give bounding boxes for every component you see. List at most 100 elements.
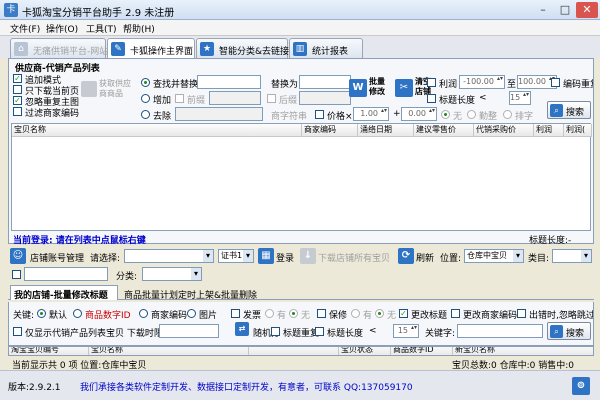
broom-icon: ✂: [395, 79, 413, 97]
prefix-label: 前缀: [187, 96, 206, 106]
col-profit[interactable]: 利润: [534, 124, 564, 137]
title-repeat-checkbox[interactable]: [271, 327, 280, 336]
title-length-input[interactable]: 15: [509, 91, 531, 105]
store-search-button[interactable]: ⌕ 搜索: [547, 322, 591, 340]
menu-help[interactable]: 帮助(H): [123, 22, 155, 35]
class-select[interactable]: [142, 267, 202, 281]
add-radio[interactable]: [141, 94, 150, 103]
supplier-search-button[interactable]: ⌕ 搜索: [547, 101, 591, 119]
find-input[interactable]: [197, 75, 261, 89]
ignore-dup-image-checkbox[interactable]: ✓: [13, 96, 22, 105]
menu-bar: 文件(F) 操作(O) 工具(T) 帮助(H): [0, 20, 600, 36]
change-title-checkbox[interactable]: ✓: [399, 309, 408, 318]
contact-link[interactable]: 我们承接各类软件定制开发、数据接口定制开发，有意者，可联系 QQ:1370591…: [80, 380, 413, 393]
col-profit-rate[interactable]: 利润(: [564, 124, 592, 137]
invoice-no-radio[interactable]: [289, 309, 298, 318]
skip-error-checkbox[interactable]: [517, 309, 526, 318]
subtab-schedule[interactable]: 商品批量计划定时上架&批量删除: [122, 286, 259, 303]
tab-main-interface[interactable]: ✎ 卡狐操作主界面: [107, 38, 195, 59]
radio-default[interactable]: [37, 309, 46, 318]
maximize-button[interactable]: □: [554, 2, 576, 18]
col-taobao-id[interactable]: 淘宝宝贝编号: [9, 347, 89, 355]
class-input[interactable]: [24, 267, 108, 281]
col-blank[interactable]: [249, 347, 339, 355]
radio-merchant-code[interactable]: [139, 309, 148, 318]
keyword-search-input[interactable]: [457, 324, 543, 338]
col-date[interactable]: 涌络日期: [358, 124, 414, 137]
opt-none-radio[interactable]: [441, 110, 450, 119]
title-length-checkbox[interactable]: [427, 94, 436, 103]
menu-operation[interactable]: 操作(O): [46, 22, 78, 35]
login-button[interactable]: 登录: [276, 251, 294, 264]
menu-file[interactable]: 文件(F): [10, 22, 40, 35]
warranty-label: 保修: [329, 311, 348, 321]
suffix-input[interactable]: [299, 91, 351, 105]
category-select[interactable]: [552, 249, 592, 263]
radio-image[interactable]: [187, 309, 196, 318]
profit-min-input[interactable]: -100.00: [459, 75, 505, 89]
price-checkbox[interactable]: [315, 110, 324, 119]
tab-platform-website[interactable]: ⌂ 无痛供销平台-网站: [10, 38, 108, 58]
filter-code-checkbox[interactable]: [13, 107, 22, 116]
limit-input[interactable]: [159, 324, 219, 338]
rss-icon[interactable]: ⊚: [572, 377, 590, 395]
append-mode-checkbox[interactable]: ✓: [13, 74, 22, 83]
code-dup-checkbox[interactable]: [551, 78, 560, 87]
invoice-checkbox[interactable]: [231, 309, 240, 318]
price-multiplier-input[interactable]: 1.00: [353, 107, 389, 121]
prefix-input[interactable]: [209, 91, 261, 105]
radio-image-label: 图片: [199, 311, 218, 321]
prefix-checkbox[interactable]: [175, 94, 184, 103]
search-icon: ⌕: [550, 325, 563, 338]
title-len-checkbox[interactable]: [315, 327, 324, 336]
warranty-have-radio[interactable]: [351, 309, 360, 318]
col-product-name[interactable]: 宝贝名称: [12, 124, 302, 137]
refresh-button[interactable]: 刷新: [416, 251, 434, 264]
warranty-checkbox[interactable]: [317, 309, 326, 318]
cert-select[interactable]: 证书1: [218, 249, 254, 263]
store-title-length-input[interactable]: 15: [393, 324, 419, 338]
get-supplier-products-button[interactable]: 获取供应商商品: [81, 77, 133, 107]
opt-sort-radio[interactable]: [503, 110, 512, 119]
close-button[interactable]: ✕: [576, 2, 598, 18]
minimize-button[interactable]: –: [532, 2, 554, 18]
opt-up-radio[interactable]: [467, 110, 476, 119]
col-merchant-code[interactable]: 商家编码: [302, 124, 358, 137]
suffix-checkbox[interactable]: [267, 94, 276, 103]
profit-label: 利润: [439, 80, 458, 90]
col-numeric-id[interactable]: 商品数字ID: [391, 347, 453, 355]
supplier-product-table[interactable]: 宝贝名称 商家编码 涌络日期 建议零售价 代销采购价 利润 利润(: [11, 123, 592, 231]
profit-checkbox[interactable]: [427, 78, 436, 87]
delete-input[interactable]: [175, 107, 263, 121]
download-all-button[interactable]: 下载店铺所有宝贝: [318, 251, 390, 264]
change-code-checkbox[interactable]: [451, 309, 460, 318]
window-title: 卡狐淘宝分销平台助手 2.9 未注册: [22, 8, 175, 19]
store-select[interactable]: [124, 249, 214, 263]
subtab-batch-title[interactable]: 我的店铺-批量修改标题: [10, 285, 118, 301]
tab-statistics[interactable]: ▥ 统计报表: [289, 38, 363, 58]
store-product-table[interactable]: 淘宝宝贝编号 宝贝名称 宝贝状态 商品数字ID 新宝贝名称: [8, 346, 594, 356]
col-store-product-name[interactable]: 宝贝名称: [89, 347, 249, 355]
warranty-no-radio[interactable]: [375, 309, 384, 318]
position-select[interactable]: 仓库中宝贝: [464, 249, 524, 263]
invoice-have-radio[interactable]: [265, 309, 274, 318]
only-show-label: 仅显示代销产品列表宝贝 下载时限制:: [25, 329, 175, 339]
batch-modify-button[interactable]: W 批量修改: [349, 75, 391, 103]
col-status[interactable]: 宝贝状态: [339, 347, 391, 355]
store-account-manage-link[interactable]: 店铺账号管理: [30, 251, 84, 264]
price-add-input[interactable]: 0.00: [401, 107, 437, 121]
menu-tools[interactable]: 工具(T): [86, 22, 117, 35]
tab-smart-category[interactable]: ★ 智能分类&去链接: [196, 38, 289, 58]
only-show-checkbox[interactable]: [13, 327, 22, 336]
class-checkbox[interactable]: [12, 270, 21, 279]
current-page-checkbox[interactable]: [13, 85, 22, 94]
delete-radio[interactable]: [141, 110, 150, 119]
radio-numeric-id[interactable]: [73, 309, 82, 318]
col-retail-price[interactable]: 建议零售价: [414, 124, 474, 137]
find-replace-radio[interactable]: [141, 78, 150, 87]
col-new-name[interactable]: 新宝贝名称: [453, 347, 593, 355]
replace-input[interactable]: [299, 75, 351, 89]
star-icon: ★: [200, 42, 214, 56]
col-purchase-price[interactable]: 代销采购价: [474, 124, 534, 137]
supplier-panel: 供应商-代销产品列表 ✓ 追加模式 只下载当前页 ✓ 忽略重复主图 过滤商家编码…: [8, 58, 594, 246]
